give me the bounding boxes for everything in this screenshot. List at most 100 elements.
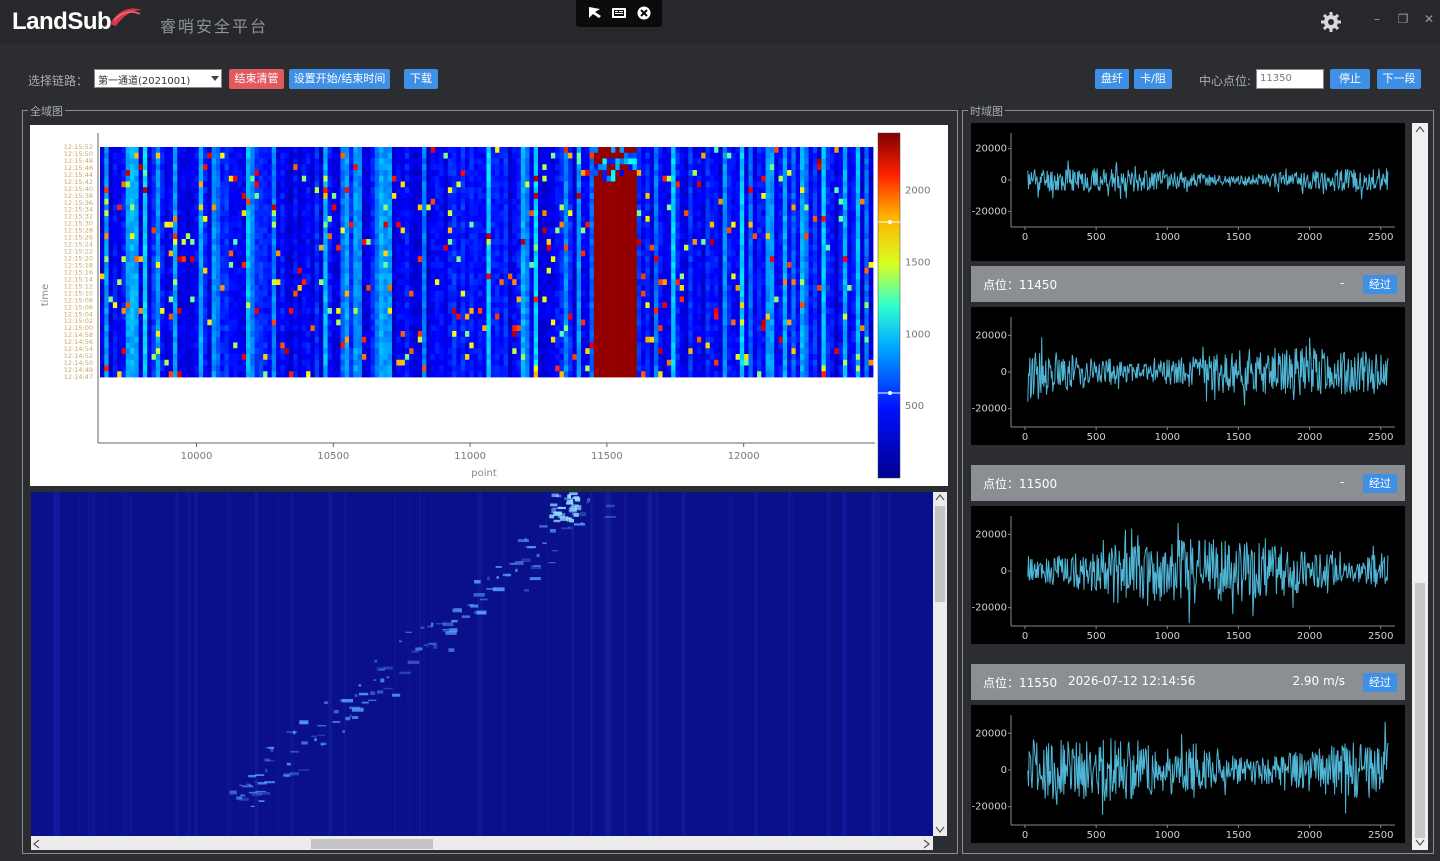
heatmap-cell xyxy=(623,359,629,366)
heatmap-cell xyxy=(606,331,612,338)
fiber-button[interactable]: 盘纤 xyxy=(1095,69,1129,89)
download-button[interactable]: 下载 xyxy=(404,69,438,89)
heatmap-cell xyxy=(142,170,148,177)
link-select[interactable]: 第一通道(2021001) xyxy=(94,69,222,88)
heatmap-cell xyxy=(134,244,140,251)
heatmap-cell xyxy=(130,354,135,361)
heatmap-cell xyxy=(108,302,114,309)
heatmap-cell xyxy=(173,359,178,366)
heatmap-cell xyxy=(198,152,204,159)
heatmap-cell xyxy=(576,336,582,343)
heatmap-cell xyxy=(439,313,444,320)
heatmap-cell xyxy=(164,158,170,165)
heatmap-cell xyxy=(499,227,505,234)
heatmap-cell xyxy=(344,198,350,205)
heatmap-cell xyxy=(293,285,298,292)
gear-icon[interactable] xyxy=(1320,11,1342,33)
heatmap-cell xyxy=(490,250,496,257)
close-button[interactable]: ✕ xyxy=(1422,12,1436,26)
heatmap-cell xyxy=(404,152,410,159)
heatmap-cell xyxy=(301,308,307,315)
heatmap-cell xyxy=(293,308,298,315)
center-point-input[interactable]: 11350 xyxy=(1256,69,1324,89)
heatmap-cell xyxy=(185,273,191,280)
heatmap-cell xyxy=(258,359,264,366)
heatmap-cell xyxy=(228,285,234,292)
restore-button[interactable]: ❐ xyxy=(1396,12,1410,26)
heatmap-cell xyxy=(615,302,621,309)
heatmap-cell xyxy=(434,348,440,355)
heatmap-cell xyxy=(151,152,157,159)
heatmap-chart[interactable]: 12:15:5212:15:5012:15:4812:15:4612:15:44… xyxy=(30,125,948,486)
heatmap-cell xyxy=(310,267,316,274)
heatmap-cell xyxy=(293,273,298,280)
heatmap-cell xyxy=(379,227,384,234)
heatmap-cell xyxy=(211,336,217,343)
heatmap-cell xyxy=(396,256,402,263)
heatmap-cell xyxy=(138,233,144,240)
heatmap-cell xyxy=(100,342,105,349)
stop-button[interactable]: 停止 xyxy=(1330,69,1370,89)
heatmap-cell xyxy=(439,256,444,263)
heatmap-cell xyxy=(422,302,427,309)
heatmap-cell xyxy=(340,354,346,361)
heatmap-cell xyxy=(404,233,410,240)
heatmap-cell xyxy=(181,233,187,240)
heatmap-cell xyxy=(100,319,105,326)
heatmap-cell xyxy=(263,216,268,223)
heatmap-cell xyxy=(250,193,255,200)
heatmap-cell xyxy=(288,371,294,378)
heatmap-cell xyxy=(306,239,311,246)
heatmap-cell xyxy=(379,302,384,309)
next-segment-button[interactable]: 下一段 xyxy=(1377,69,1421,89)
pointer-icon[interactable] xyxy=(587,6,603,20)
stuck-button[interactable]: 卡/阻 xyxy=(1134,69,1172,89)
heatmap-cell xyxy=(194,359,200,366)
heatmap-cell xyxy=(125,267,131,274)
heatmap-cell xyxy=(520,279,526,286)
heatmap-cell xyxy=(404,331,410,338)
heatmap-cell xyxy=(469,336,475,343)
heatmap-cell xyxy=(525,239,530,246)
heatmap-cell xyxy=(580,342,586,349)
heatmap-cell xyxy=(190,181,195,188)
heatmap-cell xyxy=(237,336,243,343)
heatmap-cell xyxy=(507,313,513,320)
set-time-button[interactable]: 设置开始/结束时间 xyxy=(289,69,390,89)
heatmap-cell xyxy=(138,216,144,223)
heatmap-cell xyxy=(533,308,539,315)
heatmap-cell xyxy=(507,256,513,263)
heatmap-cell xyxy=(559,342,565,349)
heatmap-cell xyxy=(117,319,122,326)
heatmap-cell xyxy=(361,239,367,246)
heatmap-cell xyxy=(142,187,148,194)
heatmap-cell xyxy=(422,325,427,332)
heatmap-cell xyxy=(100,239,105,246)
close-circle-icon[interactable] xyxy=(636,6,652,20)
heatmap-cell xyxy=(198,227,204,234)
heatmap-cell xyxy=(387,342,393,349)
heatmap-cell xyxy=(130,336,135,343)
screen-icon[interactable] xyxy=(611,6,627,20)
heatmap-cell xyxy=(623,285,629,292)
heatmap-cell xyxy=(198,279,204,286)
heatmap-cell xyxy=(404,210,410,217)
heatmap-cell xyxy=(606,175,612,182)
heatmap-cell xyxy=(224,170,230,177)
heatmap-cell xyxy=(452,313,457,320)
heatmap-cell xyxy=(585,210,590,217)
heatmap-cell xyxy=(336,250,341,257)
heatmap-cell xyxy=(512,147,517,154)
stop-monitor-button[interactable]: 结束清管 xyxy=(229,69,284,89)
heatmap-cell xyxy=(314,342,320,349)
minimize-button[interactable]: – xyxy=(1370,12,1384,26)
heatmap-cell xyxy=(512,198,517,205)
heatmap-cell xyxy=(469,170,475,177)
heatmap-cell xyxy=(353,158,359,165)
heatmap-cell xyxy=(456,331,462,338)
heatmap-cell xyxy=(177,216,182,223)
heatmap-cell xyxy=(572,313,578,320)
heatmap-cell xyxy=(396,216,402,223)
heatmap-cell xyxy=(598,170,603,177)
heatmap-cell xyxy=(400,285,406,292)
